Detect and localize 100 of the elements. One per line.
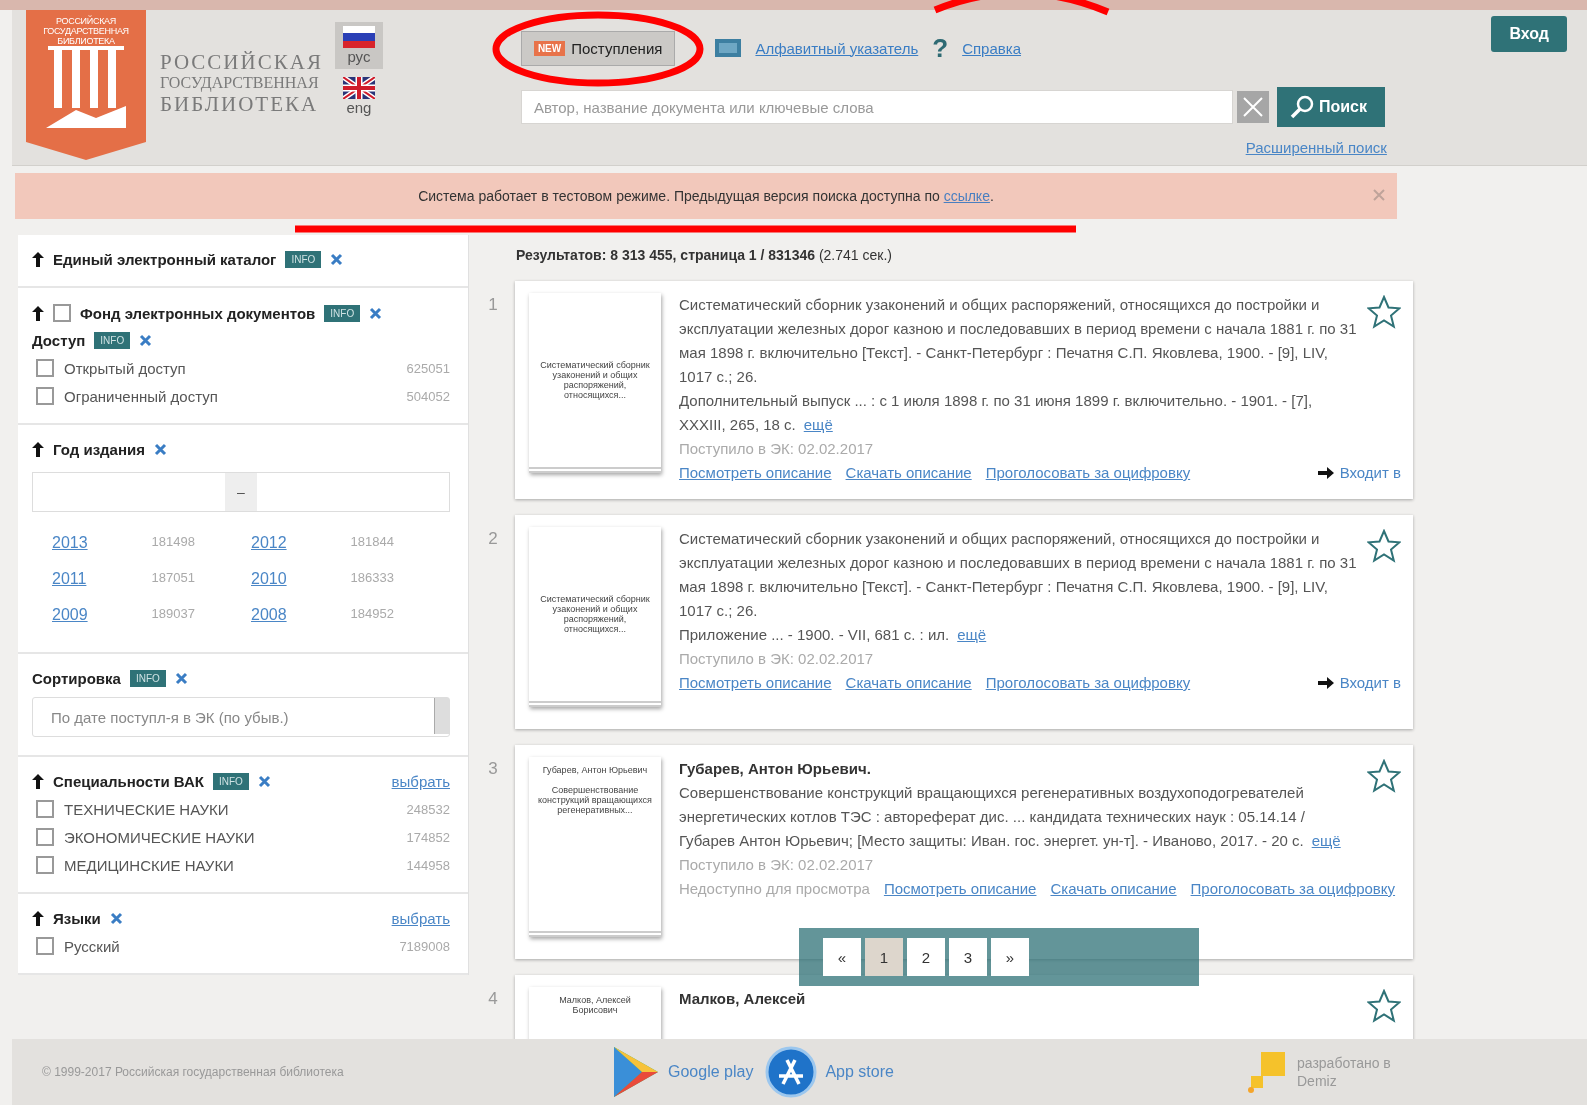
login-button[interactable]: Вход (1491, 16, 1567, 52)
result-description: Дополнительный выпуск ... : с 1 июля 1898 г. по 31 июня 1899 г. включительно. - 1901. - [7], XXXIII, 265, 18 с. ещё (679, 391, 1314, 435)
filter-label: Ограниченный доступ (64, 387, 218, 405)
search-icon (1288, 94, 1315, 120)
checkbox[interactable] (36, 856, 54, 874)
advanced-search-link[interactable]: Расширенный поиск (1245, 139, 1387, 156)
year-link[interactable]: 2013 (52, 534, 88, 551)
cover-text: Систематический сборник узаконений и общих распоряжений, относящихся... (539, 360, 651, 400)
star-icon[interactable] (1367, 989, 1401, 1023)
remove-icon[interactable] (154, 443, 167, 456)
page-button[interactable]: 2 (907, 938, 945, 976)
info-badge[interactable]: INFO (212, 773, 249, 790)
year-link[interactable]: 2012 (251, 534, 287, 551)
result-link[interactable]: Скачать описание (845, 671, 972, 695)
arrow-up-icon[interactable] (32, 252, 44, 267)
developer-logo-icon (1247, 1050, 1287, 1094)
nav-link[interactable]: Алфавитный указатель (755, 39, 919, 57)
checkbox[interactable] (36, 828, 54, 846)
filter-title: Фонд электронных документов (80, 304, 316, 322)
filter-label: МЕДИЦИНСКИЕ НАУКИ (64, 856, 234, 874)
filter-count: 144958 (406, 857, 450, 873)
part-of-link[interactable]: Входит в (1317, 671, 1401, 695)
checkbox[interactable] (36, 359, 54, 377)
search-field[interactable]: Автор, название документа или ключевые слова (520, 90, 1233, 124)
page-button[interactable]: « (823, 938, 861, 976)
arrow-up-icon[interactable] (32, 442, 44, 457)
result-author[interactable]: Губарев, Антон Юрьевич. (679, 757, 1361, 781)
nav-tab[interactable]: NEW Поступления (520, 30, 676, 66)
star-icon[interactable] (1367, 759, 1401, 793)
notice-link[interactable]: ссылке (943, 188, 990, 204)
result-link[interactable]: Посмотреть описание (679, 461, 832, 485)
remove-icon[interactable] (369, 306, 383, 320)
year-link[interactable]: 2010 (251, 570, 287, 587)
language-button[interactable]: eng (334, 73, 383, 120)
page-button[interactable]: » (991, 938, 1029, 976)
cover-text: Малков, Алексей Борисович (558, 995, 632, 1015)
checkbox[interactable] (53, 304, 71, 322)
cover-text: Губарев, Антон Юрьевич (542, 765, 648, 775)
copyright-text: © 1999-2017 Российская государственная библиотека (42, 1065, 345, 1079)
result-link[interactable]: Посмотреть описание (883, 877, 1037, 901)
year-count: 187051 (151, 570, 196, 587)
remove-icon[interactable] (109, 912, 123, 925)
filter-subtitle: Доступ (32, 332, 86, 349)
info-badge[interactable]: INFO (94, 332, 131, 349)
year-count: 184952 (350, 606, 395, 623)
arrow-up-icon[interactable] (32, 911, 44, 926)
choose-link[interactable]: выбрать (391, 773, 450, 790)
result-author[interactable]: Малков, Алексей (679, 987, 1361, 1011)
year-link[interactable]: 2009 (52, 606, 88, 623)
sort-select[interactable]: По дате поступл-я в ЭК (по убыв.) (32, 697, 450, 737)
received-date: Поступило в ЭК: 02.02.2017 (679, 649, 875, 669)
checkbox[interactable] (36, 800, 54, 818)
clear-button[interactable] (1236, 91, 1269, 123)
remove-icon[interactable] (257, 775, 271, 788)
remove-icon[interactable] (139, 334, 153, 347)
result-link[interactable]: Проголосовать за оцифровку (985, 461, 1191, 485)
result-link[interactable]: Посмотреть описание (679, 671, 832, 695)
filter-count: 174852 (406, 829, 450, 845)
choose-link[interactable]: выбрать (391, 910, 450, 927)
arrow-up-icon[interactable] (32, 774, 44, 789)
search-button[interactable]: Поиск (1276, 87, 1385, 127)
page-button[interactable]: 3 (949, 938, 987, 976)
checkbox[interactable] (36, 387, 54, 405)
info-badge[interactable]: INFO (129, 670, 166, 687)
nav-link[interactable]: Справка (962, 39, 1021, 57)
library-logo[interactable]: РОССИЙСКАЯ ГОСУДАРСТВЕННАЯ БИБЛИОТЕКА (26, 10, 146, 160)
page-button[interactable]: 1 (865, 938, 903, 976)
result-link[interactable]: Скачать описание (1050, 877, 1177, 901)
result-description: Систематический сборник узаконений и общих распоряжений, относящихся до постройки и эксплуатации железных дорог казною и последовавших в период времени с начала 1881 г. по 31 мая 1898 г. включительно [Текст]. - Санкт-Петербург : Печатня С.П. Яковлева, 1900. - [9], LIV, 1017 с.; 26. (679, 529, 1358, 621)
cover-text: Систематический сборник узаконений и общих распоряжений, относящихся... (539, 594, 651, 634)
store-link[interactable]: Google play (612, 1045, 754, 1099)
remove-icon[interactable] (174, 672, 188, 685)
year-link[interactable]: 2011 (52, 570, 87, 587)
unavailable-note: Недоступно для просмотра (679, 879, 870, 899)
more-link[interactable]: ещё (1311, 832, 1341, 849)
language-button[interactable]: рус (334, 22, 383, 69)
result-link[interactable]: Скачать описание (845, 461, 972, 485)
info-badge[interactable]: INFO (324, 304, 361, 322)
result-link[interactable]: Проголосовать за оцифровку (985, 671, 1191, 695)
star-icon[interactable] (1367, 529, 1401, 563)
result-description: Приложение ... - 1900. - VII, 681 с. : ил. ещё (679, 625, 988, 645)
result-link[interactable]: Проголосовать за оцифровку (1190, 877, 1396, 901)
russia-flag-icon (342, 26, 375, 48)
year-range-field[interactable]: – (32, 472, 450, 512)
info-badge[interactable]: INFO (285, 251, 322, 268)
more-link[interactable]: ещё (803, 416, 833, 433)
filter-label: Русский (64, 937, 120, 955)
filter-title: Год издания (53, 441, 145, 458)
remove-icon[interactable] (330, 253, 344, 266)
star-icon[interactable] (1367, 295, 1401, 329)
filter-title: Языки (53, 910, 101, 927)
result-number: 4 (487, 988, 499, 1010)
part-of-link[interactable]: Входит в (1317, 461, 1401, 485)
received-date: Поступило в ЭК: 02.02.2017 (679, 855, 875, 875)
year-link[interactable]: 2008 (251, 606, 287, 623)
checkbox[interactable] (36, 937, 54, 955)
arrow-up-icon[interactable] (32, 305, 44, 321)
cover-text: Совершенствование конструкций вращающихся регенеративных... (537, 785, 653, 815)
store-link[interactable]: App store (765, 1046, 894, 1098)
more-link[interactable]: ещё (957, 626, 987, 643)
